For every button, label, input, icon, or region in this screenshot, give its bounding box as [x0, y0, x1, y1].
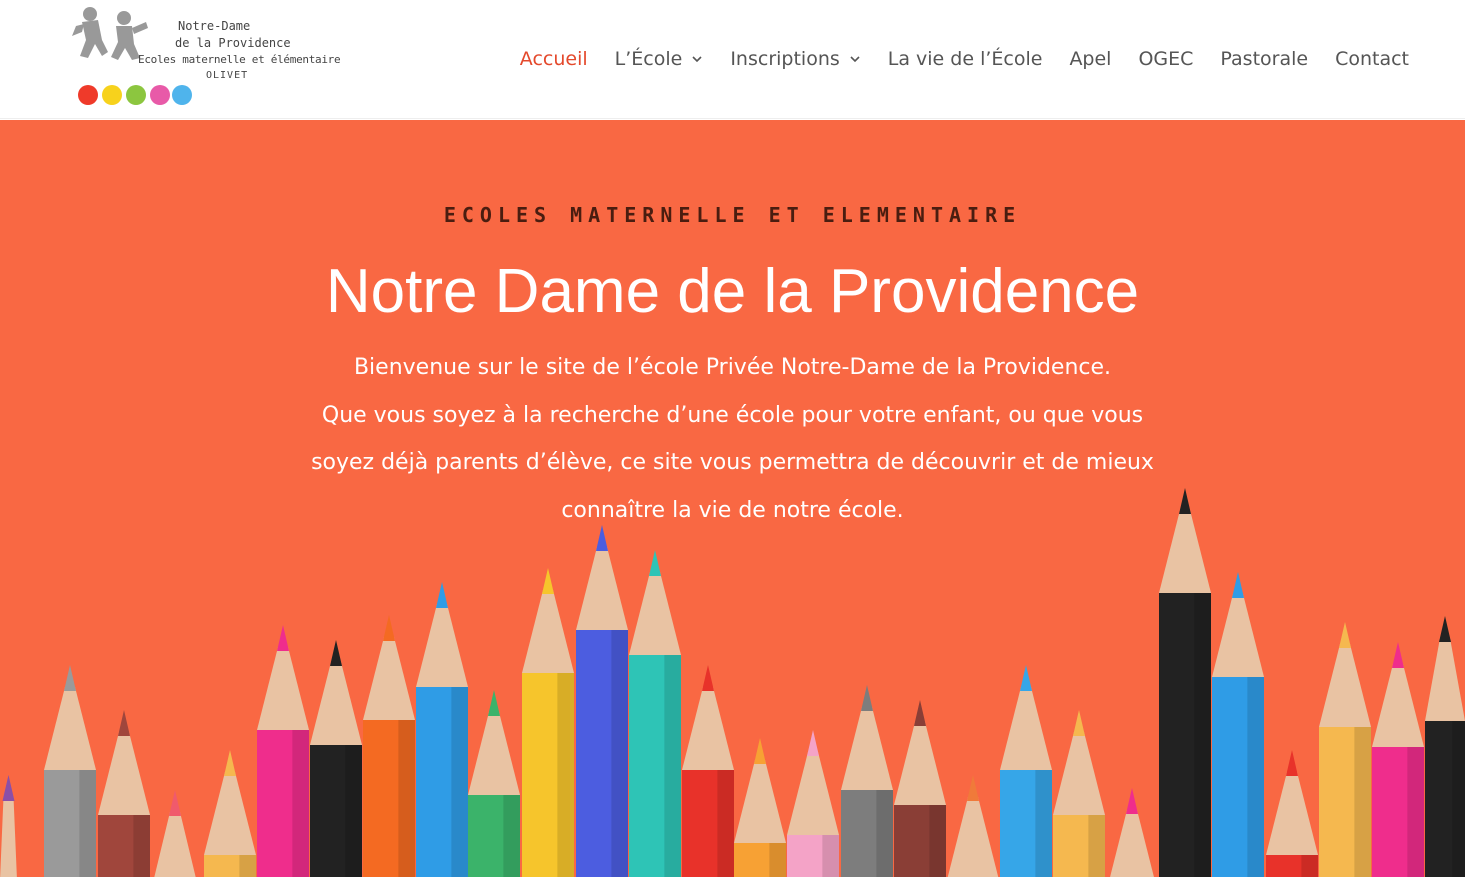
- pencil: [894, 700, 946, 877]
- logo-line-4: OLIVET: [206, 70, 249, 81]
- hero-intro-line: connaître la vie de notre école.: [561, 497, 904, 523]
- pencil: [1266, 750, 1318, 877]
- chevron-down-icon: [850, 56, 860, 63]
- hero-intro-line: soyez déjà parents d’élève, ce site vous…: [311, 450, 1154, 475]
- nav-item-vie-ecole[interactable]: La vie de l’École: [888, 48, 1043, 70]
- pencil: [1425, 616, 1465, 877]
- hero-intro: Bienvenue sur le site de l’école Privée …: [250, 344, 1215, 534]
- pencil: [257, 625, 309, 877]
- nav-label: OGEC: [1138, 48, 1194, 70]
- hero-kicker: ECOLES MATERNELLE ET ELEMENTAIRE: [443, 203, 1022, 227]
- chevron-down-icon: [692, 56, 702, 63]
- pencil: [576, 525, 628, 877]
- nav-item-ecole[interactable]: L’École: [615, 48, 704, 70]
- logo-dot: [102, 85, 122, 105]
- logo-line-3: Ecoles maternelle et élémentaire: [138, 53, 341, 66]
- nav-item-contact[interactable]: Contact: [1335, 48, 1409, 70]
- nav-item-apel[interactable]: Apel: [1069, 48, 1111, 70]
- main-nav: Accueil L’École Inscriptions La vie de l…: [493, 48, 1409, 70]
- pencil: [1053, 710, 1105, 877]
- pencil: [947, 775, 999, 877]
- nav-label: Contact: [1335, 48, 1409, 70]
- pencil: [1212, 572, 1264, 877]
- pencil: [1000, 665, 1052, 877]
- logo-dot: [172, 85, 192, 105]
- hero-intro-line: Bienvenue sur le site de l’école Privée …: [353, 355, 1112, 380]
- pencil: [363, 615, 415, 877]
- nav-label: Accueil: [519, 48, 588, 70]
- nav-label: L’École: [614, 48, 683, 70]
- hero-section: ECOLES MATERNELLE ET ELEMENTAIRE Notre D…: [0, 120, 1465, 877]
- pencil: [0, 775, 17, 877]
- pencil: [154, 790, 196, 877]
- pencil: [629, 550, 681, 877]
- pencil: [204, 750, 256, 877]
- pencil: [98, 710, 150, 877]
- pencil: [682, 665, 734, 877]
- hero-title: Notre Dame de la Providence: [325, 257, 1140, 326]
- pencil: [44, 665, 96, 877]
- logo-line-2: de la Providence: [175, 36, 291, 50]
- nav-label: Apel: [1069, 48, 1112, 70]
- hero-intro-line: Que vous soyez à la recherche d’une écol…: [321, 402, 1144, 428]
- nav-item-inscriptions[interactable]: Inscriptions: [730, 48, 860, 70]
- pencil: [734, 738, 786, 877]
- logo-dot: [150, 85, 170, 105]
- pencil: [787, 730, 839, 877]
- pencil: [468, 690, 520, 877]
- nav-label: Pastorale: [1220, 48, 1309, 70]
- pencil: [1372, 642, 1424, 877]
- site-header: Notre-Dame de la Providence Ecoles mater…: [0, 0, 1465, 119]
- pencil: [310, 640, 362, 877]
- nav-label: La vie de l’École: [887, 48, 1043, 70]
- logo-dot: [126, 85, 146, 105]
- pencil: [1110, 788, 1154, 877]
- nav-item-ogec[interactable]: OGEC: [1138, 48, 1193, 70]
- site-logo[interactable]: Notre-Dame de la Providence Ecoles mater…: [62, 0, 352, 112]
- nav-item-pastorale[interactable]: Pastorale: [1220, 48, 1308, 70]
- pencil: [841, 685, 893, 877]
- logo-line-1: Notre-Dame: [178, 19, 251, 33]
- nav-item-accueil[interactable]: Accueil: [520, 48, 588, 70]
- nav-label: Inscriptions: [730, 48, 840, 70]
- pencil: [1319, 622, 1371, 877]
- pencil: [522, 568, 574, 877]
- logo-dot: [78, 85, 98, 105]
- pencil: [416, 582, 468, 877]
- pencil: [1159, 488, 1211, 877]
